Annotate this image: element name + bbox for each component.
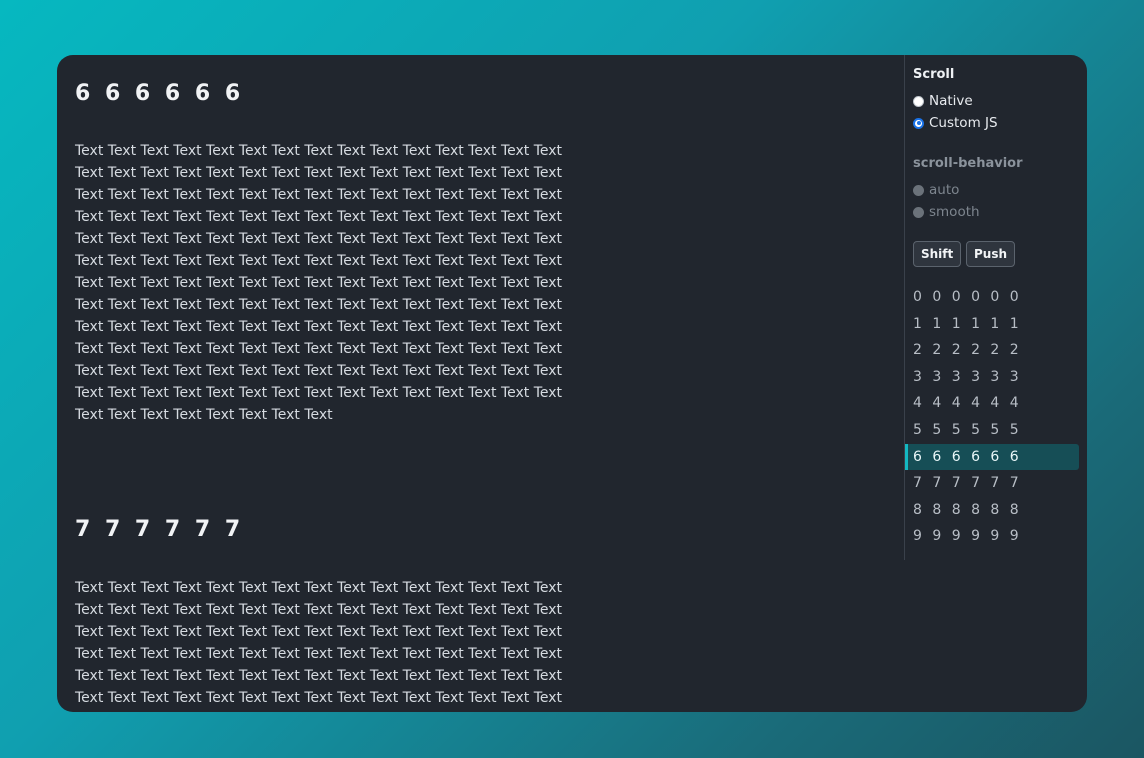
app-window: 6 6 6 6 6 6 Text Text Text Text Text Tex… [57, 55, 1087, 712]
nav-item-4[interactable]: 4 4 4 4 4 4 [905, 390, 1079, 417]
radio-native-circle[interactable] [913, 95, 924, 107]
radio-native[interactable]: Native [913, 92, 973, 110]
scroll-behavior-heading: scroll-behavior [913, 156, 1023, 171]
radio-smooth-circle [913, 206, 924, 218]
radio-custom-js-label: Custom JS [929, 115, 998, 131]
nav-item-9[interactable]: 9 9 9 9 9 9 [905, 523, 1079, 550]
nav-item-1[interactable]: 1 1 1 1 1 1 [905, 311, 1079, 338]
radio-native-label: Native [929, 93, 973, 109]
radio-custom-js[interactable]: Custom JS [913, 114, 998, 132]
nav-item-6[interactable]: 6 6 6 6 6 6 [905, 443, 1079, 471]
control-panel: Scroll Native Custom JS scroll-behavior … [905, 55, 1087, 712]
nav-item-8[interactable]: 8 8 8 8 8 8 [905, 497, 1079, 524]
shift-button[interactable]: Shift [913, 241, 962, 267]
radio-smooth-label: smooth [929, 204, 980, 220]
section-title-6: 6 6 6 6 6 6 [75, 81, 244, 106]
nav-item-2[interactable]: 2 2 2 2 2 2 [905, 337, 1079, 364]
scroll-content[interactable]: 6 6 6 6 6 6 Text Text Text Text Text Tex… [57, 55, 904, 712]
section-text-7: Text Text Text Text Text Text Text Text … [75, 580, 563, 706]
radio-auto: auto [913, 181, 959, 199]
section-nav: 0 0 0 0 0 0 1 1 1 1 1 1 2 2 2 2 2 2 3 3 … [905, 284, 1087, 550]
scroll-heading: Scroll [913, 67, 955, 82]
radio-custom-js-circle[interactable] [913, 117, 924, 129]
section-text-6: Text Text Text Text Text Text Text Text … [75, 143, 563, 423]
radio-auto-label: auto [929, 182, 960, 198]
radio-smooth: smooth [913, 203, 980, 221]
section-title-7: 7 7 7 7 7 7 [75, 517, 244, 542]
nav-item-0[interactable]: 0 0 0 0 0 0 [905, 284, 1079, 311]
nav-item-3[interactable]: 3 3 3 3 3 3 [905, 364, 1079, 391]
push-button[interactable]: Push [966, 241, 1016, 267]
radio-auto-circle [913, 184, 924, 196]
nav-item-5[interactable]: 5 5 5 5 5 5 [905, 417, 1079, 444]
nav-item-7[interactable]: 7 7 7 7 7 7 [905, 470, 1079, 497]
